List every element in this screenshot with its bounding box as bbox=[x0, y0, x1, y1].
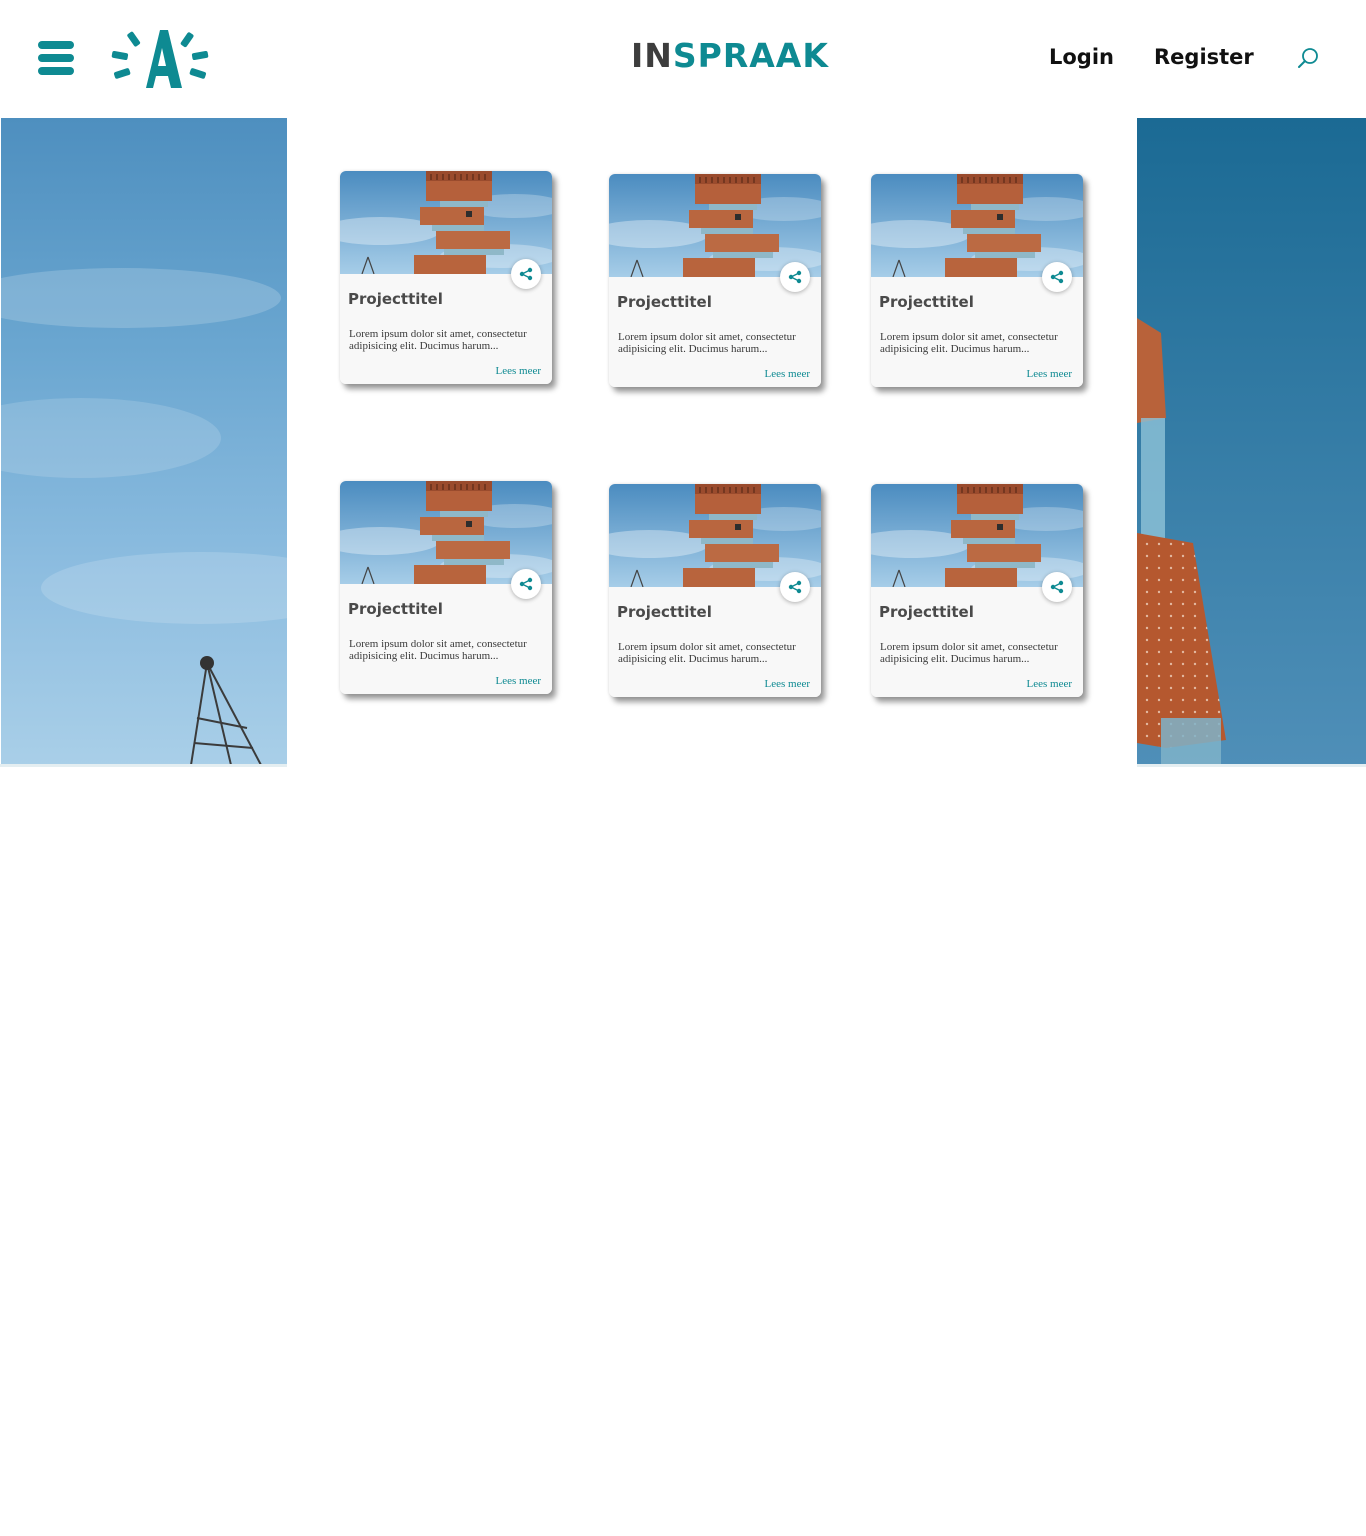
read-more-link[interactable]: Lees meer bbox=[1027, 367, 1073, 381]
project-image[interactable] bbox=[340, 171, 552, 274]
project-excerpt: Lorem ipsum dolor sit amet, consectetur … bbox=[618, 331, 796, 355]
project-card[interactable]: Projecttitel Lorem ipsum dolor sit amet,… bbox=[871, 484, 1083, 697]
project-card[interactable]: Projecttitel Lorem ipsum dolor sit amet,… bbox=[871, 174, 1083, 387]
share-icon bbox=[788, 270, 802, 284]
project-title: Projecttitel bbox=[879, 293, 974, 311]
project-excerpt: Lorem ipsum dolor sit amet, consectetur … bbox=[880, 331, 1058, 355]
share-icon bbox=[1050, 580, 1064, 594]
brand-text-in: IN bbox=[631, 36, 673, 75]
share-icon bbox=[519, 267, 533, 281]
register-link[interactable]: Register bbox=[1154, 44, 1254, 70]
project-excerpt: Lorem ipsum dolor sit amet, consectetur … bbox=[349, 328, 527, 352]
search-icon[interactable] bbox=[1296, 46, 1320, 70]
share-icon bbox=[519, 577, 533, 591]
read-more-link[interactable]: Lees meer bbox=[765, 367, 811, 381]
project-excerpt: Lorem ipsum dolor sit amet, consectetur … bbox=[349, 638, 527, 662]
login-link[interactable]: Login bbox=[1049, 44, 1114, 70]
project-card[interactable]: Projecttitel Lorem ipsum dolor sit amet,… bbox=[340, 171, 552, 384]
share-button[interactable] bbox=[511, 259, 541, 289]
menu-icon[interactable] bbox=[38, 41, 74, 75]
project-image[interactable] bbox=[340, 481, 552, 584]
read-more-link[interactable]: Lees meer bbox=[1027, 677, 1073, 691]
project-image[interactable] bbox=[871, 484, 1083, 587]
site-header: INSPRAAK Login Register bbox=[0, 0, 1366, 117]
project-image[interactable] bbox=[609, 174, 821, 277]
share-button[interactable] bbox=[1042, 262, 1072, 292]
project-title: Projecttitel bbox=[617, 293, 712, 311]
share-button[interactable] bbox=[511, 569, 541, 599]
project-excerpt: Lorem ipsum dolor sit amet, consectetur … bbox=[880, 641, 1058, 665]
project-title: Projecttitel bbox=[617, 603, 712, 621]
brand-logo[interactable]: INSPRAAK bbox=[631, 36, 829, 76]
read-more-link[interactable]: Lees meer bbox=[496, 364, 542, 378]
share-button[interactable] bbox=[780, 262, 810, 292]
brand-text-spraak: SPRAAK bbox=[672, 36, 829, 75]
project-image[interactable] bbox=[871, 174, 1083, 277]
share-icon bbox=[1050, 270, 1064, 284]
share-icon bbox=[788, 580, 802, 594]
share-button[interactable] bbox=[780, 572, 810, 602]
project-card[interactable]: Projecttitel Lorem ipsum dolor sit amet,… bbox=[609, 484, 821, 697]
city-logo[interactable] bbox=[108, 28, 212, 90]
project-image[interactable] bbox=[609, 484, 821, 587]
project-excerpt: Lorem ipsum dolor sit amet, consectetur … bbox=[618, 641, 796, 665]
read-more-link[interactable]: Lees meer bbox=[496, 674, 542, 688]
read-more-link[interactable]: Lees meer bbox=[765, 677, 811, 691]
project-card[interactable]: Projecttitel Lorem ipsum dolor sit amet,… bbox=[340, 481, 552, 694]
project-title: Projecttitel bbox=[879, 603, 974, 621]
project-title: Projecttitel bbox=[348, 600, 443, 618]
project-title: Projecttitel bbox=[348, 290, 443, 308]
share-button[interactable] bbox=[1042, 572, 1072, 602]
project-card[interactable]: Projecttitel Lorem ipsum dolor sit amet,… bbox=[609, 174, 821, 387]
